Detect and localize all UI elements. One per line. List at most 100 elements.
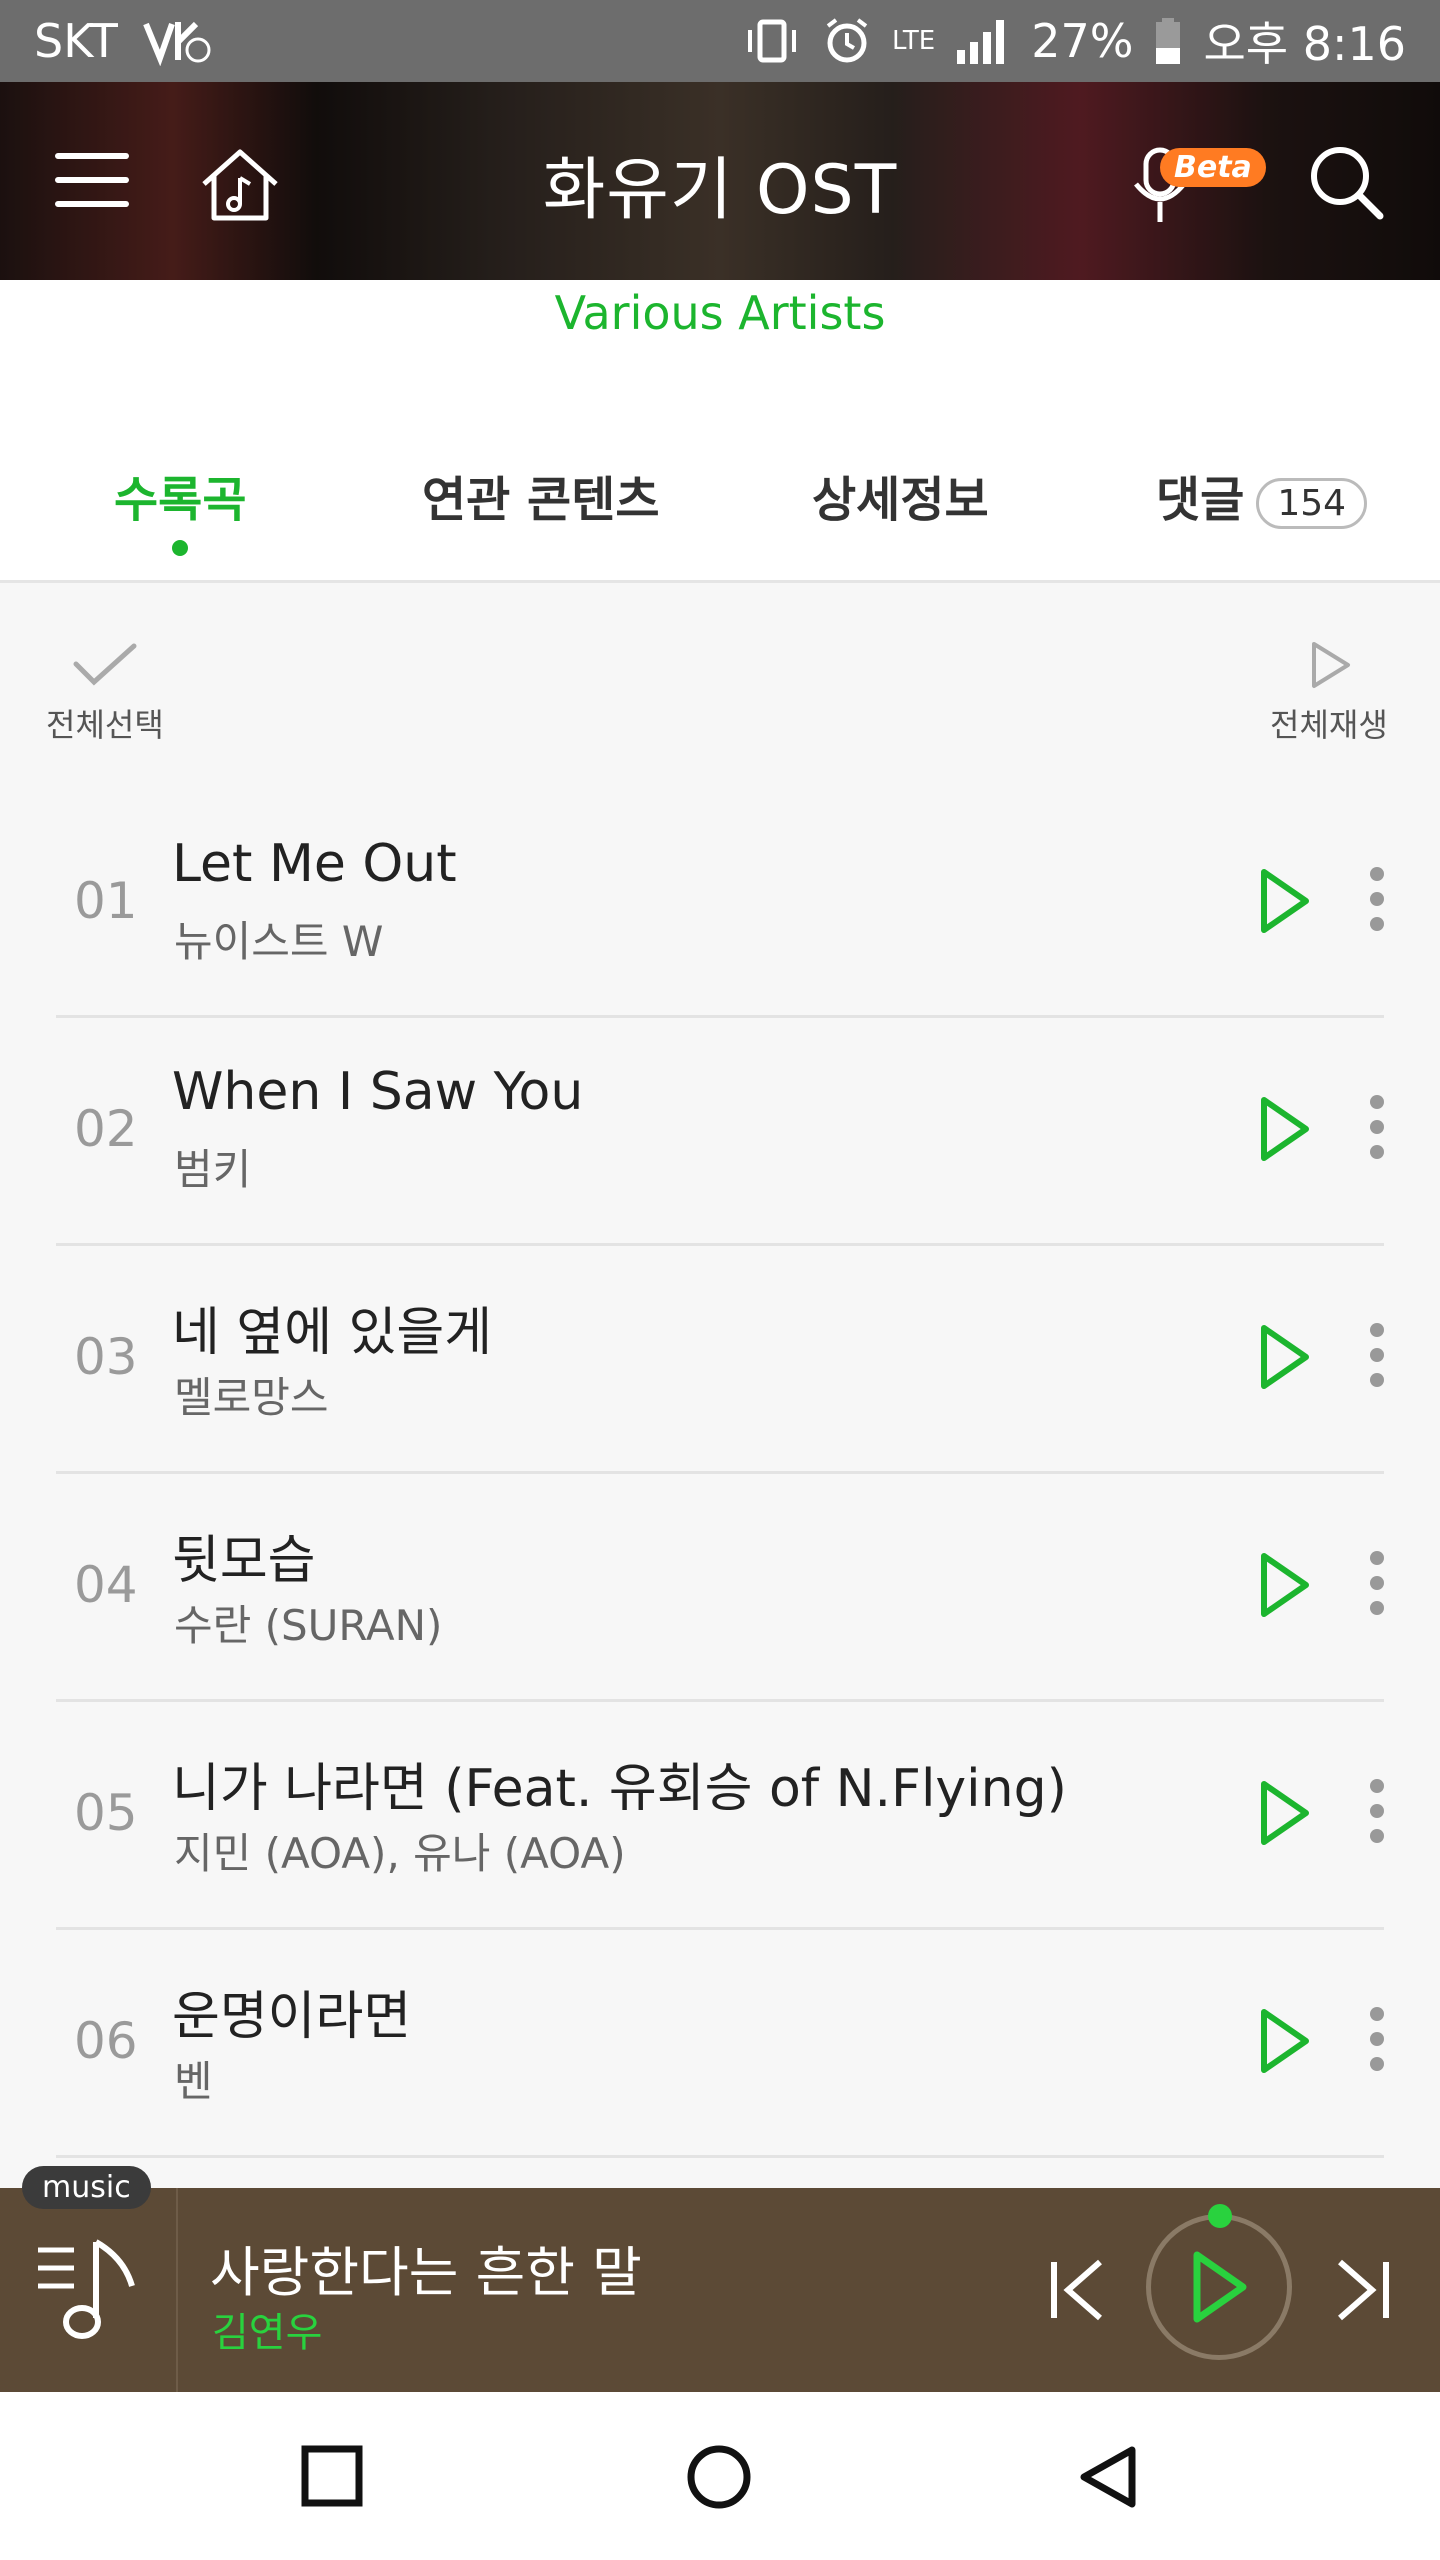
now-playing-title: 사랑한다는 흔한 말	[210, 2241, 642, 2304]
track-title: Let Me Out	[172, 834, 457, 894]
carrier-label: SKT	[34, 14, 118, 68]
tab-bar: 수록곡 연관 콘텐츠 상세정보 댓글 154	[0, 450, 1440, 580]
circle-icon	[687, 2445, 751, 2509]
home-nav-button[interactable]	[686, 2444, 752, 2514]
more-vertical-icon	[1370, 1551, 1384, 1615]
more-vertical-icon	[1370, 867, 1384, 931]
track-number: 02	[74, 1100, 138, 1158]
next-button[interactable]	[1334, 2258, 1394, 2326]
progress-dot	[1208, 2204, 1232, 2228]
battery-percent: 27%	[1031, 14, 1134, 68]
track-play-button[interactable]	[1254, 2006, 1314, 2080]
track-more-button[interactable]	[1362, 1776, 1392, 1850]
play-icon	[1261, 2009, 1309, 2073]
comment-count-badge: 154	[1256, 477, 1368, 529]
select-all-button[interactable]: 전체선택	[46, 640, 164, 746]
track-number: 06	[74, 2012, 138, 2070]
play-icon	[1261, 1097, 1309, 1161]
track-artist: 벤	[174, 2057, 213, 2106]
play-icon	[1261, 1325, 1309, 1389]
tab-tracks[interactable]: 수록곡	[114, 460, 246, 530]
tab-label: 수록곡	[114, 472, 247, 528]
track-row[interactable]: 01 Let Me Out 뉴이스트 W	[0, 790, 1440, 1018]
track-artist: 뉴이스트 W	[174, 917, 384, 966]
volte-icon	[142, 16, 212, 66]
signal-icon	[955, 16, 1011, 66]
track-row[interactable]: 03 네 옆에 있을게 멜로망스	[0, 1246, 1440, 1474]
play-icon	[1261, 1781, 1309, 1845]
album-artist[interactable]: Various Artists	[0, 286, 1440, 340]
network-label: LTE	[891, 26, 936, 56]
track-more-button[interactable]	[1362, 2004, 1392, 2078]
track-title: 운명이라면	[172, 1987, 412, 2047]
tab-related-content[interactable]: 연관 콘텐츠	[422, 460, 660, 530]
track-title: When I Saw You	[172, 1062, 584, 1122]
beta-badge: Beta	[1160, 148, 1266, 187]
track-play-button[interactable]	[1254, 1778, 1314, 1852]
music-tag: music	[22, 2166, 151, 2209]
previous-button[interactable]	[1046, 2258, 1106, 2326]
track-row[interactable]: 05 니가 나라면 (Feat. 유회승 of N.Flying) 지민 (AO…	[0, 1702, 1440, 1930]
tab-label: 연관 콘텐츠	[422, 472, 660, 528]
battery-icon	[1153, 16, 1183, 66]
row-divider	[56, 2155, 1384, 2158]
more-vertical-icon	[1370, 1095, 1384, 1159]
track-more-button[interactable]	[1362, 1092, 1392, 1166]
more-vertical-icon	[1370, 1323, 1384, 1387]
track-play-button[interactable]	[1254, 1550, 1314, 1624]
play-icon	[1261, 869, 1309, 933]
checkmark-icon	[73, 643, 137, 686]
mini-player[interactable]: music 사랑한다는 흔한 말 김연우	[0, 2166, 1440, 2392]
square-icon	[301, 2445, 363, 2507]
track-more-button[interactable]	[1362, 1548, 1392, 1622]
vibrate-icon	[742, 16, 802, 66]
track-artist: 멜로망스	[174, 1373, 329, 1422]
recents-button[interactable]	[300, 2444, 364, 2512]
track-number: 01	[74, 872, 138, 930]
active-tab-indicator	[172, 540, 188, 556]
play-all-label: 전체재생	[1270, 706, 1388, 744]
search-button[interactable]	[1306, 142, 1386, 222]
tab-comments[interactable]: 댓글 154	[1156, 460, 1368, 530]
track-row[interactable]: 04 뒷모습 수란 (SURAN)	[0, 1474, 1440, 1702]
tab-details[interactable]: 상세정보	[812, 460, 989, 530]
alarm-icon	[822, 16, 872, 66]
more-vertical-icon	[1370, 2007, 1384, 2071]
track-more-button[interactable]	[1362, 864, 1392, 938]
tab-divider	[0, 580, 1440, 583]
now-playing-artist: 김연우	[212, 2310, 323, 2356]
tab-label: 댓글	[1156, 472, 1245, 528]
clock: 오후 8:16	[1203, 17, 1406, 71]
play-pause-button[interactable]	[1146, 2214, 1292, 2360]
album-header: 화유기 OST Beta	[0, 82, 1440, 280]
play-outline-icon	[1311, 642, 1350, 688]
play-all-button[interactable]: 전체재생	[1270, 640, 1388, 746]
play-icon	[1193, 2251, 1247, 2323]
search-icon	[1311, 147, 1384, 220]
tab-label: 상세정보	[812, 472, 989, 528]
select-all-label: 전체선택	[46, 706, 164, 744]
track-artist: 수란 (SURAN)	[174, 1601, 443, 1650]
back-triangle-icon	[1080, 2446, 1136, 2508]
back-button[interactable]	[1076, 2444, 1140, 2514]
playlist-button[interactable]	[34, 2228, 144, 2352]
previous-icon	[1051, 2259, 1102, 2321]
more-vertical-icon	[1370, 1779, 1384, 1843]
track-number: 03	[74, 1328, 138, 1386]
track-title: 뒷모습	[172, 1531, 316, 1591]
track-row[interactable]: 06 운명이라면 벤	[0, 1930, 1440, 2158]
track-play-button[interactable]	[1254, 1094, 1314, 1168]
track-list: 01 Let Me Out 뉴이스트 W 02 When I Saw You 범…	[0, 790, 1440, 2158]
track-play-button[interactable]	[1254, 1322, 1314, 1396]
next-icon	[1338, 2259, 1389, 2321]
status-bar: SKT LTE 27% 오후 8:16	[0, 0, 1440, 82]
player-divider	[176, 2188, 178, 2392]
track-more-button[interactable]	[1362, 1320, 1392, 1394]
system-nav-bar	[0, 2392, 1440, 2560]
play-icon	[1261, 1553, 1309, 1617]
track-title: 니가 나라면 (Feat. 유회승 of N.Flying)	[172, 1759, 1067, 1819]
track-number: 04	[74, 1556, 138, 1614]
track-row[interactable]: 02 When I Saw You 범키	[0, 1018, 1440, 1246]
playlist-note-icon	[38, 2239, 135, 2339]
track-play-button[interactable]	[1254, 866, 1314, 940]
